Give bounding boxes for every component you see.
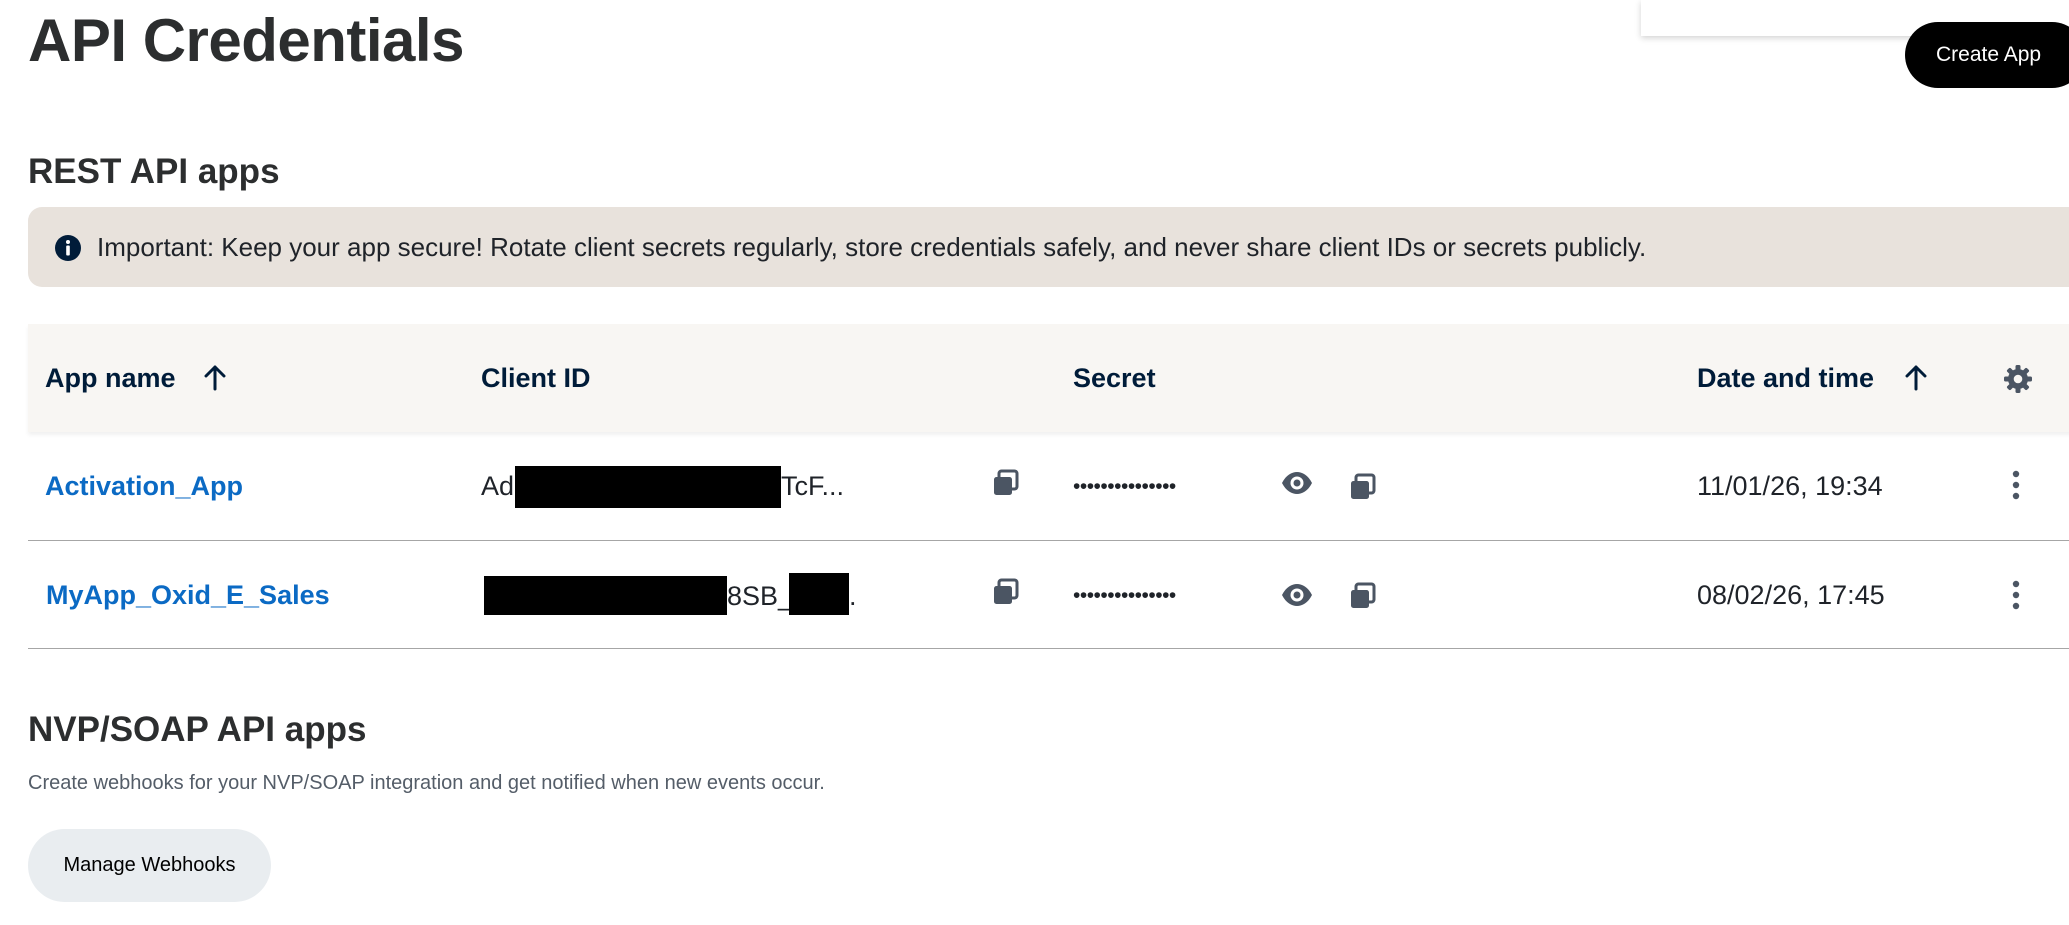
date-time-value: 11/01/26, 19:34 — [1697, 471, 1883, 501]
gear-icon[interactable] — [2003, 364, 2033, 394]
more-vertical-icon[interactable] — [2001, 470, 2031, 500]
create-app-button[interactable]: Create App — [1905, 22, 2069, 88]
redaction-block — [789, 573, 849, 615]
column-header-app-name[interactable]: App name — [45, 363, 176, 394]
masked-secret: ••••••••••••••• — [1073, 584, 1176, 607]
redaction-block — [484, 576, 727, 615]
banner-text: Important: Keep your app secure! Rotate … — [97, 232, 1647, 262]
redaction-block — [515, 466, 781, 508]
masked-secret: ••••••••••••••• — [1073, 475, 1176, 498]
column-header-client-id: Client ID — [481, 363, 591, 393]
sort-arrow-up-icon[interactable] — [203, 364, 227, 392]
sort-arrow-up-icon[interactable] — [1904, 364, 1928, 392]
nvp-description: Create webhooks for your NVP/SOAP integr… — [28, 772, 825, 794]
client-id-prefix: Ad — [481, 471, 515, 501]
manage-webhooks-button[interactable]: Manage Webhooks — [28, 829, 271, 902]
column-header-date-time[interactable]: Date and time — [1697, 363, 1874, 394]
client-id-fragment: 8SB_ — [727, 581, 794, 611]
rest-section-title: REST API apps — [28, 152, 280, 191]
copy-icon[interactable] — [991, 577, 1021, 607]
nvp-section-title: NVP/SOAP API apps — [28, 710, 367, 749]
date-time-value: 08/02/26, 17:45 — [1697, 580, 1885, 610]
copy-icon[interactable] — [1348, 581, 1378, 611]
row-divider — [28, 648, 2069, 649]
eye-icon[interactable] — [1281, 583, 1313, 607]
page-title: API Credentials — [28, 7, 464, 74]
client-id-suffix: TcF... — [781, 471, 845, 501]
info-icon — [55, 235, 81, 261]
eye-icon[interactable] — [1281, 471, 1313, 495]
copy-icon[interactable] — [1348, 472, 1378, 502]
copy-icon[interactable] — [991, 468, 1021, 498]
app-name-link[interactable]: MyApp_Oxid_E_Sales — [46, 580, 330, 611]
row-divider — [28, 540, 2069, 541]
app-name-link[interactable]: Activation_App — [45, 471, 243, 502]
more-vertical-icon[interactable] — [2001, 580, 2031, 610]
column-header-secret: Secret — [1073, 363, 1156, 393]
client-id-end: . — [849, 581, 857, 611]
